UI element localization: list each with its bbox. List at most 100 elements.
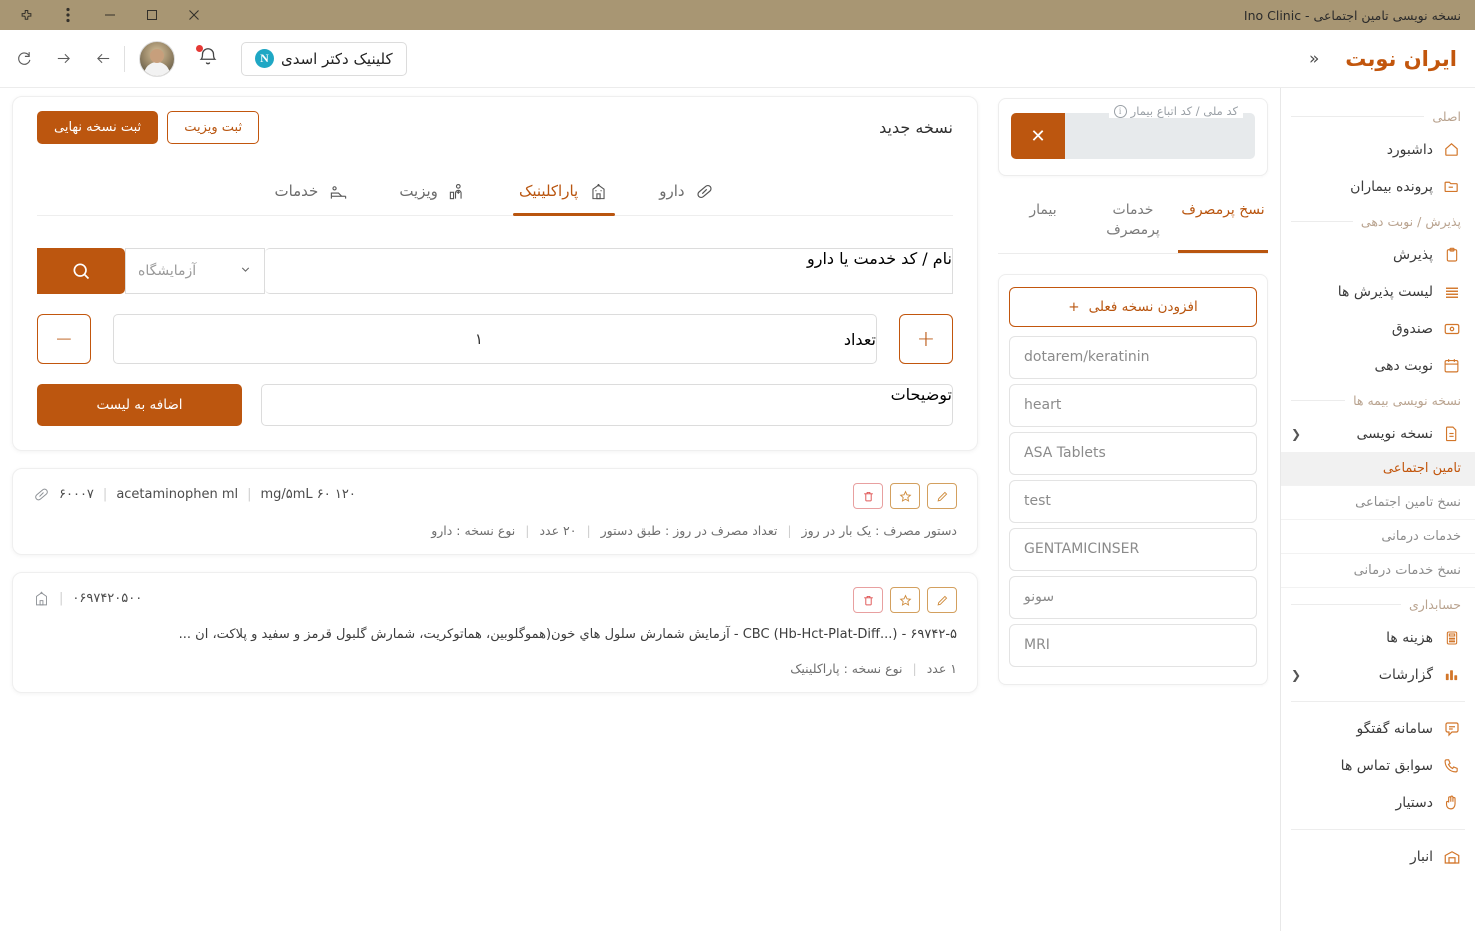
notification-badge-dot [196,44,203,52]
item-header: ۱۲۰ mg/۵mL ۶۰ | acetaminophen ml | ۶۰۰۰۷ [33,483,957,509]
sidebar-section-main: اصلی [1281,100,1475,131]
hospital-icon [33,590,50,607]
back-icon[interactable] [90,46,116,72]
sidebar-section-title: اصلی [1432,109,1461,124]
clinic-selector[interactable]: کلینیک دکتر اسدی N [241,41,407,76]
sidebar-item-label: دستیار [1395,794,1433,811]
preset-item[interactable]: ASA Tablets [1009,431,1257,475]
sidebar-item-prescribing[interactable]: نسخه نویسی ❮ [1281,415,1475,452]
sidebar-item-patient-records[interactable]: پرونده بیماران [1281,168,1475,205]
preset-item[interactable]: MRI [1009,623,1257,667]
national-code-label-text: کد ملی / کد اتباع بیمار [1130,104,1238,118]
tab-frequent-prescriptions[interactable]: نسخ پرمصرف [1178,190,1268,253]
divider [1291,116,1425,117]
quantity-row: + تعداد − [37,314,953,364]
sidebar-collapse-button[interactable]: « [1301,46,1327,72]
sidebar-subitem-social-security[interactable]: تامین اجتماعی [1281,452,1475,486]
search-button[interactable] [37,248,125,294]
sidebar-subitem-health-services-prescriptions[interactable]: نسخ خدمات درمانی [1281,554,1475,588]
header-divider [124,45,125,72]
sidebar-section-title: پذیرش / نوبت دهی [1360,214,1461,229]
user-avatar[interactable] [139,40,175,77]
chevron-left-icon: ❮ [1291,667,1302,682]
sidebar-item-label: پرونده بیماران [1350,178,1433,195]
reload-icon[interactable] [10,46,36,72]
star-icon [899,490,911,502]
sidebar-subitem-health-services[interactable]: خدمات درمانی [1281,520,1475,554]
clipboard-icon [1442,245,1461,264]
edit-item-button[interactable] [927,483,957,509]
add-to-list-button[interactable]: اضافه به لیست [37,384,242,426]
sidebar-item-assistant[interactable]: دستیار [1281,784,1475,821]
sidebar-section-title: حسابداری [1408,597,1461,612]
info-icon[interactable]: i [1113,104,1127,118]
browser-tab-title[interactable]: نسخه نویسی تامین اجتماعی - Ino Clinic [1244,8,1469,23]
sidebar-subitem-social-security-prescriptions[interactable]: نسخ تامین اجتماعی [1281,486,1475,520]
notifications-button[interactable] [196,44,219,72]
tab-paraclinic[interactable]: پاراکلینیک [512,174,616,216]
preset-item[interactable]: heart [1009,383,1257,427]
item-meta-part: ۲۰ عدد [539,523,577,538]
window-minimize-button[interactable] [90,1,130,29]
item-meta-part: تعداد مصرف در روز : طبق دستور [600,523,778,538]
sidebar-item-dashboard[interactable]: داشبورد [1281,131,1475,168]
sidebar-item-expenses[interactable]: هزینه ها [1281,619,1475,656]
tab-visit[interactable]: ویزیت [393,174,475,215]
item-meta-part: نوع نسخه : پاراکلینیک [790,661,903,677]
extensions-icon[interactable] [6,1,46,29]
item-dose: ۱۲۰ mg/۵mL ۶۰ [260,487,356,502]
add-current-prescription-label: افزودن نسخه فعلی [1088,298,1198,315]
sidebar-item-reception[interactable]: پذیرش [1281,236,1475,273]
chevron-left-icon: ❮ [1291,426,1302,441]
register-visit-button[interactable]: ثبت ویزیت [167,111,260,144]
search-input[interactable] [265,268,952,312]
tab-medicine[interactable]: دارو [653,174,721,215]
quantity-decrease-button[interactable]: − [37,314,91,364]
sidebar-item-chat[interactable]: سامانه گفتگو [1281,710,1475,747]
sidebar-divider [1291,829,1465,830]
sidebar: اصلی داشبورد پرونده بیماران پذیرش / نوبت… [1280,88,1475,931]
service-type-select[interactable]: آزمایشگاه [125,248,265,294]
quantity-input[interactable] [114,315,844,363]
separator: | [586,523,591,538]
tab-services[interactable]: خدمات [268,174,355,215]
sidebar-item-reports[interactable]: گزارشات ❮ [1281,656,1475,693]
description-input[interactable] [262,404,952,444]
edit-item-button[interactable] [927,587,957,613]
favorite-item-button[interactable] [890,483,920,509]
favorite-item-button[interactable] [890,587,920,613]
window-close-button[interactable] [174,1,214,29]
item-meta-part: نوع نسخه : دارو [431,523,516,538]
sidebar-item-appointments[interactable]: نوبت دهی [1281,347,1475,384]
presets-card: افزودن نسخه فعلی + dotarem/keratinin hea… [998,273,1268,685]
preset-item[interactable]: test [1009,479,1257,523]
window-maximize-button[interactable] [132,1,172,29]
submit-final-prescription-button[interactable]: ثبت نسخه نهایی [37,111,159,144]
browser-nav-buttons [10,46,116,72]
sidebar-section-title: نسخه نویسی بیمه ها [1353,393,1461,408]
sidebar-divider [1291,701,1465,702]
search-row: نام / کد خدمت یا دارو آزمایشگاه [37,248,953,312]
delete-item-button[interactable] [853,483,883,509]
quantity-increase-button[interactable]: + [899,314,953,364]
chevron-down-icon [239,263,252,280]
delete-item-button[interactable] [853,587,883,613]
tab-patient[interactable]: بیمار [998,190,1088,253]
sidebar-item-reception-list[interactable]: لیست پذیرش ها [1281,273,1475,310]
tab-frequent-services[interactable]: خدمات پرمصرف [1088,190,1178,253]
description-row: توضیحات اضافه به لیست [37,384,953,444]
sidebar-item-call-history[interactable]: سوابق تماس ها [1281,747,1475,784]
app-brand-logo[interactable]: ایران نوبت [1345,47,1457,71]
forward-icon[interactable] [50,46,76,72]
tab-label: ویزیت [399,182,438,200]
item-meta: دستور مصرف : یک بار در روز | تعداد مصرف … [33,523,957,538]
preset-item[interactable]: dotarem/keratinin [1009,335,1257,379]
sidebar-item-cashbox[interactable]: صندوق [1281,310,1475,347]
preset-item[interactable]: سونو [1009,575,1257,619]
add-current-prescription-button[interactable]: افزودن نسخه فعلی + [1009,286,1257,327]
preset-item[interactable]: GENTAMICINSER [1009,527,1257,571]
kebab-menu-icon[interactable] [48,1,88,29]
clinic-name-label: کلینیک دکتر اسدی [281,49,393,68]
sidebar-item-warehouse[interactable]: انبار [1281,838,1475,875]
clear-national-code-button[interactable]: ✕ [1011,113,1065,159]
